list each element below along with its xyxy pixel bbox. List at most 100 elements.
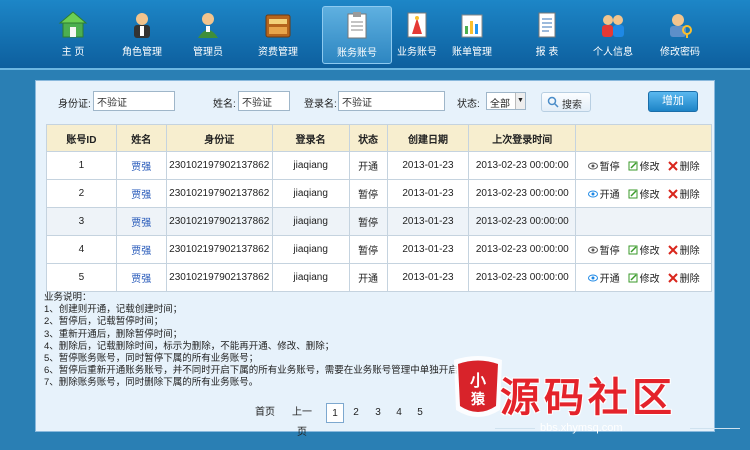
- table-row: 3 贾强 230102197902137862 jiaqiang 暂停 2013-01-2…: [46, 207, 712, 236]
- pager-page[interactable]: 3: [372, 403, 384, 423]
- name-input[interactable]: [238, 91, 290, 111]
- status-select[interactable]: 全部 ▼: [486, 92, 526, 110]
- nav-item-role[interactable]: 角色管理: [107, 6, 177, 64]
- delete-link[interactable]: 删除: [667, 186, 700, 201]
- cell-login: jiaqiang: [271, 263, 350, 292]
- idcard-input[interactable]: [93, 91, 175, 111]
- table-row: 1 贾强 230102197902137862 jiaqiang 开通 2013-01-2…: [46, 151, 712, 180]
- chevron-down-icon: ▼: [515, 93, 525, 109]
- user-info-icon: [602, 15, 624, 37]
- action-label: 暂停: [599, 162, 620, 173]
- action-label: 修改: [639, 246, 660, 257]
- notes-title: 业务说明：: [44, 292, 92, 303]
- cell-last-login: 2013-02-23 00:00:00: [468, 151, 577, 180]
- nav-item-password[interactable]: 修改密码: [645, 6, 715, 64]
- cell-last-login: 2013-02-23 00:00:00: [468, 263, 577, 292]
- table-body: 1 贾强 230102197902137862 jiaqiang 开通 2013-01-2…: [46, 151, 712, 292]
- nav-label: 角色管理: [122, 47, 162, 58]
- cell-idcard: 230102197902137862: [165, 207, 273, 236]
- cell-name[interactable]: 贾强: [115, 235, 167, 264]
- search-button[interactable]: 搜索: [541, 92, 591, 112]
- column-header: 状态: [348, 124, 388, 152]
- role-icon: [134, 13, 150, 38]
- nav-item-admin[interactable]: 管理员: [173, 6, 243, 64]
- search-bar: 身份证: 姓名: 登录名: 状态: 全部 ▼ 搜索 增加: [36, 91, 716, 113]
- cell-actions: [575, 207, 712, 236]
- action-label: 修改: [639, 162, 660, 173]
- cell-actions: 开通 修改 删除: [575, 263, 712, 292]
- nav-item-user-info[interactable]: 个人信息: [578, 6, 648, 64]
- enable-icon: [587, 274, 598, 282]
- home-icon: [58, 11, 88, 38]
- cell-name[interactable]: 贾强: [115, 263, 167, 292]
- delete-icon: [667, 161, 678, 171]
- search-icon: [547, 96, 559, 108]
- cell-id: 4: [46, 235, 117, 264]
- note-line: 5、暂停账务账号，同时暂停下属的所有业务账号；: [44, 353, 259, 365]
- delete-icon: [667, 245, 678, 255]
- account-table: 账号ID 姓名 身份证 登录名 状态 创建日期 上次登录时间 1 贾强 230102…: [46, 124, 712, 292]
- column-header: 创建日期: [386, 124, 470, 152]
- cell-created: 2013-01-23: [386, 235, 470, 264]
- pause-link[interactable]: 暂停: [587, 158, 620, 173]
- pause-link[interactable]: 暂停: [587, 242, 620, 257]
- enable-link[interactable]: 开通: [587, 186, 620, 201]
- pager-page[interactable]: 5: [414, 403, 426, 423]
- login-input[interactable]: [338, 91, 445, 111]
- column-header: 姓名: [115, 124, 167, 152]
- delete-link[interactable]: 删除: [667, 270, 700, 285]
- cell-name[interactable]: 贾强: [115, 179, 167, 208]
- nav-item-home[interactable]: 主 页: [38, 6, 108, 64]
- edit-link[interactable]: 修改: [628, 186, 660, 201]
- cell-created: 2013-01-23: [386, 263, 470, 292]
- cell-created: 2013-01-23: [386, 179, 470, 208]
- login-label: 登录名:: [304, 99, 337, 110]
- cell-id: 5: [46, 263, 117, 292]
- nav-label: 个人信息: [593, 47, 633, 58]
- action-label: 开通: [599, 274, 620, 285]
- pause-icon: [587, 162, 598, 170]
- name-label: 姓名:: [213, 99, 236, 110]
- delete-link[interactable]: 删除: [667, 158, 700, 173]
- nav-label: 账单管理: [452, 47, 492, 58]
- cell-idcard: 230102197902137862: [165, 151, 273, 180]
- action-label: 删除: [679, 190, 700, 201]
- pager-page-current[interactable]: 1: [326, 403, 344, 423]
- admin-icon: [198, 13, 218, 38]
- column-header: [575, 124, 712, 152]
- add-button[interactable]: 增加: [648, 91, 698, 112]
- nav-item-report[interactable]: 报 表: [512, 6, 582, 64]
- pause-icon: [587, 246, 598, 254]
- nav-label: 主 页: [61, 47, 85, 58]
- edit-icon: [628, 245, 638, 255]
- cell-actions: 开通 修改 删除: [575, 179, 712, 208]
- cell-idcard: 230102197902137862: [165, 263, 273, 292]
- action-label: 删除: [679, 162, 700, 173]
- cell-idcard: 230102197902137862: [165, 235, 273, 264]
- cell-name[interactable]: 贾强: [115, 151, 167, 180]
- cell-id: 2: [46, 179, 117, 208]
- cell-actions: 暂停 修改 删除: [575, 151, 712, 180]
- cell-last-login: 2013-02-23 00:00:00: [468, 207, 577, 236]
- edit-link[interactable]: 修改: [628, 158, 660, 173]
- cell-name[interactable]: 贾强: [115, 207, 167, 236]
- nav-item-fee[interactable]: 资费管理: [243, 6, 313, 64]
- edit-link[interactable]: 修改: [628, 242, 660, 257]
- password-icon: [670, 14, 692, 38]
- pager-page[interactable]: 4: [393, 403, 405, 423]
- delete-link[interactable]: 删除: [667, 242, 700, 257]
- pager-prev[interactable]: 上一页: [288, 403, 316, 438]
- note-line: 4、删除后，记载删除时间，标示为删除，不能再开通、修改、删除；: [44, 340, 335, 352]
- nav-item-bill[interactable]: 账单管理: [437, 6, 507, 64]
- account-icon: [347, 12, 367, 39]
- cell-login: jiaqiang: [271, 151, 350, 180]
- edit-link[interactable]: 修改: [628, 270, 660, 285]
- enable-link[interactable]: 开通: [587, 270, 620, 285]
- bill-icon: [461, 14, 483, 38]
- pager-first[interactable]: 首页: [254, 403, 276, 423]
- note-line: 1、创建则开通，记载创建时间；: [44, 304, 183, 316]
- top-navigation: 主 页 角色管理 管理员 资费管理 账务账号 业务账号 账单管理 报 表 个人信…: [0, 0, 750, 70]
- cell-last-login: 2013-02-23 00:00:00: [468, 179, 577, 208]
- pager-page[interactable]: 2: [350, 403, 362, 423]
- action-label: 开通: [599, 190, 620, 201]
